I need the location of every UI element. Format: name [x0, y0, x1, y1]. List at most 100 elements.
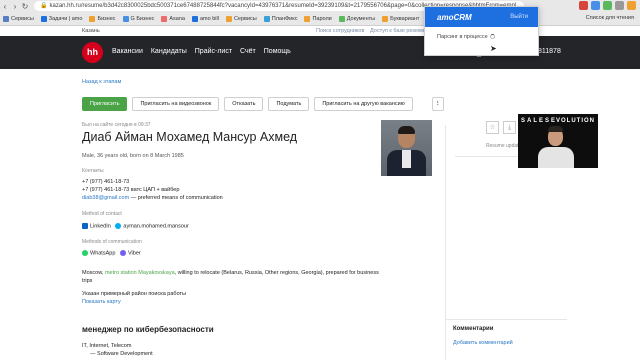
menu-candidates[interactable]: Кандидаты [151, 48, 187, 55]
more-button[interactable]: ⋮ [431, 97, 444, 111]
invite-other-button[interactable]: Пригласить на другую вакансию [314, 97, 413, 111]
employee-search-link[interactable]: Поиск сотрудников [316, 28, 364, 34]
candidate-photo [381, 120, 432, 176]
folder-icon [304, 15, 311, 22]
lock-icon: 🔒 [40, 3, 48, 9]
last-seen: Был на сайте сегодня в 09:37 [82, 122, 151, 128]
parsing-status: Парсинг в процессе [437, 34, 495, 40]
social-line: LinkedIn ayman.mohamed.mansour [82, 223, 189, 229]
whatsapp-icon [82, 250, 88, 256]
menu-help[interactable]: Помощь [264, 48, 291, 55]
menu-pricelist[interactable]: Прайс-лист [195, 48, 232, 55]
whatsapp-link[interactable]: WhatsApp [90, 250, 115, 256]
back-icon[interactable]: ‹ [0, 2, 10, 11]
reload-icon[interactable]: ↻ [20, 2, 30, 11]
comm-label: Methods of communication [82, 239, 142, 245]
bookmark[interactable]: Буквариант [382, 15, 419, 22]
popup-header: amoCRM Выйти [425, 7, 538, 27]
video-brand-right: EVOLUTION [550, 118, 595, 124]
invite-button[interactable]: Пригласить [82, 97, 128, 111]
planfix-icon [263, 15, 270, 22]
bookmark[interactable]: G Бизнес [122, 15, 154, 22]
bookmark[interactable]: Сервисы [3, 15, 34, 22]
resume-page: Назад к этапам Пригласить Пригласить на … [0, 69, 640, 360]
comments-panel: Комментарии Добавить комментарий [445, 319, 567, 360]
think-button[interactable]: Подумать [268, 97, 310, 111]
back-link[interactable]: Назад к этапам [82, 79, 121, 85]
resume-update: Resume update [486, 143, 522, 149]
specialization: — Software Development [90, 351, 153, 357]
comments-title: Комментарии [453, 326, 494, 332]
trips-line: trips [82, 278, 93, 284]
video-brand-left: SALES [521, 118, 552, 124]
skype-icon [115, 223, 122, 229]
candidate-name: Диаб Айман Мохамед Мансур Ахмед [82, 130, 298, 144]
bookmark[interactable]: ПланФикс [263, 15, 297, 22]
reading-list[interactable]: Список для чтения [586, 15, 634, 21]
spinner-icon [489, 34, 495, 40]
amo-icon [191, 15, 198, 22]
action-buttons: Пригласить Пригласить на видеозвонок Отк… [82, 97, 444, 111]
folder-icon [382, 15, 389, 22]
amocrm-popup: amoCRM Выйти Парсинг в процессе [424, 6, 539, 56]
phone-number: 811878 [538, 48, 561, 55]
bookmark[interactable]: Asana [161, 15, 185, 22]
extension-icon[interactable] [591, 1, 600, 10]
bookmark[interactable]: amo bill [191, 15, 219, 22]
hh-header: hh Вакансии Кандидаты Прайс-лист Счёт По… [0, 36, 640, 69]
extension-icon[interactable] [627, 1, 636, 10]
logout-link[interactable]: Выйти [510, 14, 528, 20]
webcam-overlay: SALES EVOLUTION [518, 114, 598, 168]
position-title: менеджер по кибербезопасности [82, 325, 214, 334]
invite-video-button[interactable]: Пригласить на видеозвонок [132, 97, 220, 111]
extension-icon[interactable] [579, 1, 588, 10]
viber-icon [119, 250, 126, 256]
star-icon[interactable]: ☆ [486, 121, 499, 134]
download-icon[interactable]: ⤓ [503, 121, 516, 134]
linkedin-icon [82, 223, 88, 229]
hh-top-strip: Казань Поиск сотрудников Доступ к базе р… [0, 26, 640, 36]
folder-icon [89, 15, 96, 22]
industry: IT, Internet, Telecom [82, 343, 132, 349]
bookmark[interactable]: Задачи | amo [40, 15, 82, 22]
method-label: Method of contact [82, 211, 122, 217]
email-link[interactable]: diab38@gmail.com [82, 195, 129, 201]
viber-link[interactable]: Viber [128, 250, 141, 256]
phone-2[interactable]: +7 (977) 461-18-73 ватс ЦАП + вайбер [82, 187, 179, 193]
bookmark[interactable]: Пароли [304, 15, 332, 22]
resume-db-link[interactable]: Доступ к базе резюме [370, 28, 426, 34]
city-selector[interactable]: Казань [82, 28, 100, 34]
docs-icon [338, 15, 345, 22]
reject-button[interactable]: Отказать [224, 97, 264, 111]
amocrm-logo: amoCRM [437, 13, 472, 22]
browser-chrome: ‹ › ↻ 🔒 kazan.hh.ru/resume/b3d42c8300025b… [0, 0, 640, 26]
resume-tools: ☆ ⤓ [486, 121, 516, 134]
linkedin-link[interactable]: LinkedIn [90, 223, 111, 229]
candidate-meta: Male, 36 years old, born on 8 March 1985 [82, 153, 184, 159]
hh-logo[interactable]: hh [82, 42, 103, 63]
bookmarks-bar: Сервисы Задачи | amo Бизнес G Бизнес Asa… [0, 12, 640, 25]
bookmark[interactable]: Документы [338, 15, 375, 22]
forward-icon[interactable]: › [10, 2, 20, 11]
menu-vacancies[interactable]: Вакансии [112, 48, 143, 55]
folder-icon [225, 15, 232, 22]
skype-handle[interactable]: ayman.mohamed.mansour [123, 223, 188, 229]
phone-1[interactable]: +7 (977) 461-18-73 [82, 179, 129, 185]
metro-link[interactable]: metro station Mayakovskaya [105, 270, 175, 276]
amo-icon [40, 15, 47, 22]
location-line: Moscow, metro station Mayakovskaya, will… [82, 270, 379, 276]
email-line: diab38@gmail.com — preferred means of co… [82, 195, 223, 201]
bookmark[interactable]: Сервисы [225, 15, 257, 22]
contacts-label: Контакты [82, 168, 104, 174]
extensions [579, 1, 636, 10]
mouse-cursor-icon: ➤ [490, 44, 497, 53]
add-comment-link[interactable]: Добавить комментарий [453, 340, 513, 346]
extension-icon[interactable] [603, 1, 612, 10]
google-icon [122, 15, 129, 22]
show-map-link[interactable]: Показать карту [82, 299, 121, 305]
messengers-line: WhatsApp Viber [82, 250, 141, 256]
bookmark[interactable]: Бизнес [89, 15, 116, 22]
main-menu: Вакансии Кандидаты Прайс-лист Счёт Помощ… [112, 48, 291, 55]
extension-icon[interactable] [615, 1, 624, 10]
menu-account[interactable]: Счёт [240, 48, 256, 55]
